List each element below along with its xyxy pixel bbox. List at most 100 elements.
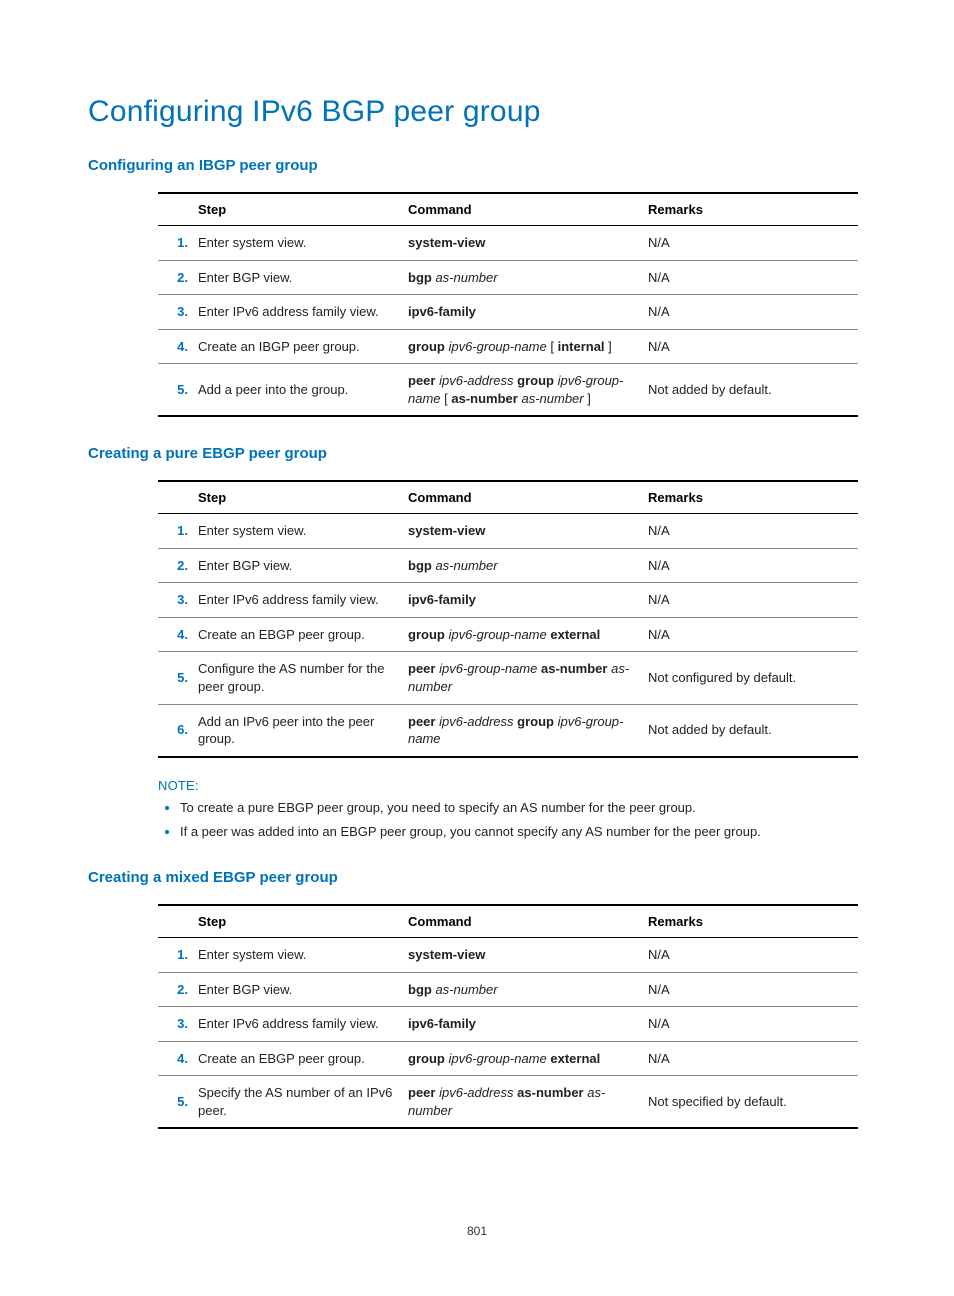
note-list: To create a pure EBGP peer group, you ne… [158, 799, 874, 841]
section-mixed-ebgp: Creating a mixed EBGP peer group Step Co… [88, 869, 874, 1129]
step-number: 3. [158, 295, 194, 330]
table-row: 2.Enter BGP view.bgp as-numberN/A [158, 548, 858, 583]
command-text: peer ipv6-group-name as-number as-number [404, 652, 644, 704]
step-number: 1. [158, 226, 194, 261]
remarks-text: Not configured by default. [644, 652, 858, 704]
table-row: 5.Add a peer into the group.peer ipv6-ad… [158, 364, 858, 417]
page-number: 801 [0, 1224, 954, 1238]
col-step: Step [194, 905, 404, 938]
section-ibgp: Configuring an IBGP peer group Step Comm… [88, 157, 874, 417]
col-remarks: Remarks [644, 481, 858, 514]
remarks-text: Not specified by default. [644, 1076, 858, 1129]
command-text: ipv6-family [404, 583, 644, 618]
section-heading: Creating a pure EBGP peer group [88, 445, 874, 462]
step-text: Create an EBGP peer group. [194, 1041, 404, 1076]
table-row: 2.Enter BGP view.bgp as-numberN/A [158, 972, 858, 1007]
step-text: Enter BGP view. [194, 972, 404, 1007]
table-header-row: Step Command Remarks [158, 193, 858, 226]
remarks-text: N/A [644, 938, 858, 973]
remarks-text: Not added by default. [644, 704, 858, 757]
remarks-text: Not added by default. [644, 364, 858, 417]
command-text: bgp as-number [404, 548, 644, 583]
step-text: Enter BGP view. [194, 260, 404, 295]
section-pure-ebgp: Creating a pure EBGP peer group Step Com… [88, 445, 874, 841]
step-text: Enter IPv6 address family view. [194, 583, 404, 618]
section-heading: Creating a mixed EBGP peer group [88, 869, 874, 886]
remarks-text: N/A [644, 972, 858, 1007]
step-number: 4. [158, 329, 194, 364]
table-row: 1.Enter system view.system-viewN/A [158, 938, 858, 973]
command-text: system-view [404, 226, 644, 261]
step-text: Enter IPv6 address family view. [194, 1007, 404, 1042]
col-remarks: Remarks [644, 193, 858, 226]
document-page: Configuring IPv6 BGP peer group Configur… [0, 0, 954, 1296]
step-text: Create an EBGP peer group. [194, 617, 404, 652]
command-text: system-view [404, 938, 644, 973]
step-text: Configure the AS number for the peer gro… [194, 652, 404, 704]
col-command: Command [404, 905, 644, 938]
step-number: 3. [158, 583, 194, 618]
remarks-text: N/A [644, 226, 858, 261]
list-item: If a peer was added into an EBGP peer gr… [180, 823, 874, 841]
step-number: 2. [158, 548, 194, 583]
step-text: Add a peer into the group. [194, 364, 404, 417]
step-text: Enter IPv6 address family view. [194, 295, 404, 330]
step-text: Create an IBGP peer group. [194, 329, 404, 364]
command-text: group ipv6-group-name external [404, 617, 644, 652]
col-step: Step [194, 193, 404, 226]
table-row: 1.Enter system view.system-viewN/A [158, 514, 858, 549]
command-text: group ipv6-group-name external [404, 1041, 644, 1076]
command-text: group ipv6-group-name [ internal ] [404, 329, 644, 364]
command-text: system-view [404, 514, 644, 549]
remarks-text: N/A [644, 1007, 858, 1042]
command-text: ipv6-family [404, 1007, 644, 1042]
step-text: Enter system view. [194, 938, 404, 973]
step-number: 4. [158, 617, 194, 652]
table-row: 3.Enter IPv6 address family view.ipv6-fa… [158, 583, 858, 618]
remarks-text: N/A [644, 514, 858, 549]
command-text: peer ipv6-address group ipv6-group-name … [404, 364, 644, 417]
remarks-text: N/A [644, 329, 858, 364]
col-step-num [158, 481, 194, 514]
command-text: peer ipv6-address group ipv6-group-name [404, 704, 644, 757]
note-label: NOTE: [158, 778, 874, 793]
step-number: 6. [158, 704, 194, 757]
step-number: 1. [158, 938, 194, 973]
step-number: 4. [158, 1041, 194, 1076]
remarks-text: N/A [644, 617, 858, 652]
table-row: 6.Add an IPv6 peer into the peer group.p… [158, 704, 858, 757]
step-number: 1. [158, 514, 194, 549]
command-text: ipv6-family [404, 295, 644, 330]
col-step-num [158, 193, 194, 226]
step-number: 2. [158, 260, 194, 295]
command-text: bgp as-number [404, 260, 644, 295]
list-item: To create a pure EBGP peer group, you ne… [180, 799, 874, 817]
command-text: peer ipv6-address as-number as-number [404, 1076, 644, 1129]
table-header-row: Step Command Remarks [158, 481, 858, 514]
step-text: Add an IPv6 peer into the peer group. [194, 704, 404, 757]
col-command: Command [404, 481, 644, 514]
table-row: 2.Enter BGP view.bgp as-numberN/A [158, 260, 858, 295]
remarks-text: N/A [644, 1041, 858, 1076]
table-row: 3.Enter IPv6 address family view.ipv6-fa… [158, 1007, 858, 1042]
remarks-text: N/A [644, 260, 858, 295]
table-row: 4.Create an EBGP peer group.group ipv6-g… [158, 617, 858, 652]
remarks-text: N/A [644, 295, 858, 330]
table-row: 4.Create an IBGP peer group.group ipv6-g… [158, 329, 858, 364]
step-text: Enter system view. [194, 226, 404, 261]
table-header-row: Step Command Remarks [158, 905, 858, 938]
step-text: Enter system view. [194, 514, 404, 549]
col-remarks: Remarks [644, 905, 858, 938]
col-step-num [158, 905, 194, 938]
table-row: 1.Enter system view.system-viewN/A [158, 226, 858, 261]
remarks-text: N/A [644, 583, 858, 618]
page-title: Configuring IPv6 BGP peer group [88, 95, 874, 129]
step-text: Specify the AS number of an IPv6 peer. [194, 1076, 404, 1129]
step-number: 5. [158, 652, 194, 704]
table-row: 4.Create an EBGP peer group.group ipv6-g… [158, 1041, 858, 1076]
step-number: 2. [158, 972, 194, 1007]
ibgp-table: Step Command Remarks 1.Enter system view… [158, 192, 858, 417]
mixed-ebgp-table: Step Command Remarks 1.Enter system view… [158, 904, 858, 1129]
section-heading: Configuring an IBGP peer group [88, 157, 874, 174]
remarks-text: N/A [644, 548, 858, 583]
